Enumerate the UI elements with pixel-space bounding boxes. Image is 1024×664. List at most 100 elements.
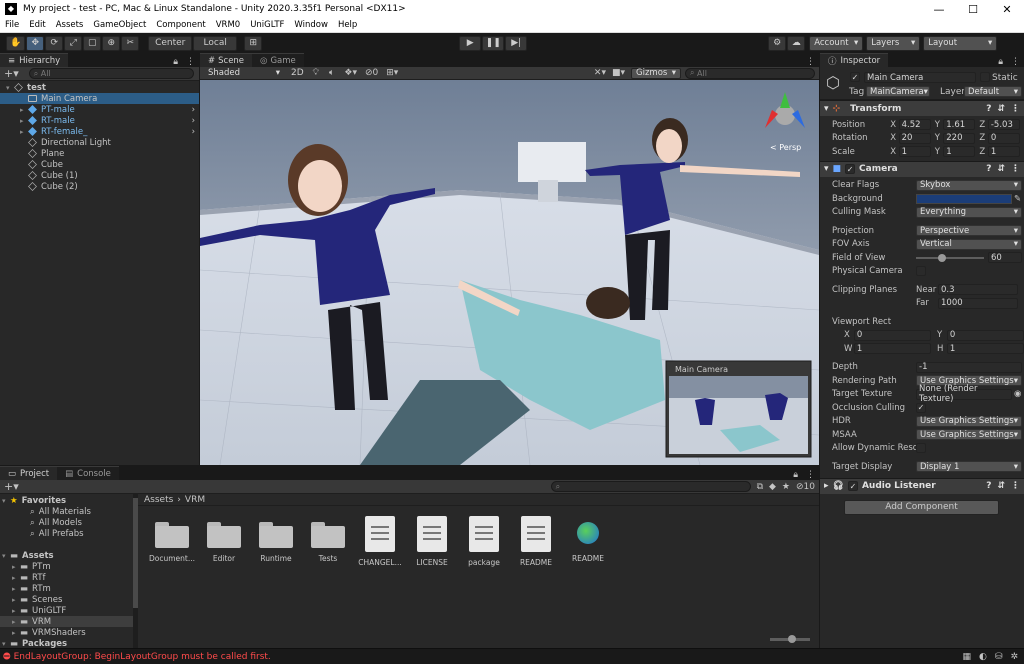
asset-item[interactable]: package — [454, 516, 514, 567]
project-tree-item[interactable]: ▸ ▬ RTf — [0, 572, 133, 583]
project-tree-item[interactable]: ▸ ▬ RTm — [0, 583, 133, 594]
fov-axis-dropdown[interactable]: Vertical ▾ — [916, 238, 1022, 250]
account-dropdown[interactable]: Account ▾ — [809, 35, 864, 51]
tag-dropdown[interactable]: MainCamera ▾ — [866, 86, 930, 97]
create-plus-icon[interactable]: +▾ — [4, 480, 19, 493]
effects-icon[interactable]: ❖▾ — [344, 68, 357, 78]
maximize-button[interactable]: ☐ — [956, 3, 990, 16]
depth-field[interactable]: -1 — [916, 361, 1022, 373]
asset-item[interactable]: README — [506, 516, 566, 567]
filter-type-icon[interactable]: ⧉ — [757, 482, 763, 492]
audio-listener-checkbox[interactable]: ✓ — [847, 481, 858, 491]
chevron-right-icon[interactable]: › — [192, 116, 195, 126]
panel-menu-icon[interactable]: ⋮ — [806, 470, 815, 480]
axis-x-label[interactable]: X — [890, 133, 898, 143]
target-display-dropdown[interactable]: Display 1 ▾ — [916, 461, 1022, 473]
asset-item[interactable]: Tests — [298, 522, 358, 563]
tools-icon[interactable]: ✕▾ — [594, 68, 606, 78]
project-tree-item[interactable]: ▸ ▬ VRMShaders — [0, 627, 133, 638]
fov-slider-thumb[interactable] — [938, 253, 946, 262]
foldout-arrow-icon[interactable]: ▾ — [2, 497, 10, 505]
transform-y-field[interactable]: 1.61 — [943, 119, 976, 131]
object-name-field[interactable]: Main Camera — [864, 72, 976, 83]
pivot-local-button[interactable]: Local — [193, 35, 238, 51]
menu-item[interactable]: Component — [151, 20, 210, 30]
transform-tool-icon[interactable]: ⊕ — [102, 35, 121, 51]
panel-menu-icon[interactable]: ⋮ — [806, 57, 815, 67]
breadcrumb-vrm[interactable]: VRM — [185, 495, 205, 505]
foldout-arrow-icon[interactable]: ▸ — [12, 596, 20, 604]
hierarchy-item[interactable]: Cube (2) — [0, 181, 199, 192]
tab-project[interactable]: ▭ Project — [0, 466, 58, 480]
foldout-arrow-icon[interactable]: ▸ — [12, 585, 20, 593]
object-picker-icon[interactable]: ◉ — [1014, 389, 1021, 399]
project-tree-item[interactable]: ▾ ▬ Assets — [0, 550, 133, 561]
fov-field[interactable]: 60 — [988, 252, 1022, 264]
project-tree-item[interactable]: ▾ ★ Favorites — [0, 495, 133, 506]
near-field[interactable]: 0.3 — [938, 284, 1018, 296]
custom-tool-icon[interactable]: ✂ — [121, 35, 140, 51]
occlusion-culling-checkbox[interactable]: ✓ — [916, 402, 926, 413]
grid-icon[interactable]: ⊞▾ — [386, 68, 398, 78]
help-icon[interactable]: ? — [986, 164, 991, 174]
camera-enabled-checkbox[interactable]: ✓ — [845, 164, 856, 174]
transform-x-field[interactable]: 4.52 — [898, 119, 931, 131]
status-debug-icon[interactable]: ✲ — [1010, 652, 1018, 662]
axis-z-label[interactable]: Z — [979, 133, 987, 143]
transform-z-field[interactable]: 1 — [987, 146, 1021, 158]
foldout-arrow-icon[interactable]: ▸ — [12, 574, 20, 582]
hand-tool-icon[interactable]: ✋ — [6, 35, 26, 51]
hidden-packages-icon[interactable]: ⊘10 — [796, 482, 815, 492]
viewport-h-field[interactable]: 1 — [946, 343, 1024, 355]
transform-x-field[interactable]: 1 — [898, 146, 931, 158]
foldout-arrow-icon[interactable]: ▾ — [6, 84, 14, 92]
status-collab-icon[interactable]: ⛁ — [995, 652, 1003, 662]
create-plus-icon[interactable]: +▾ — [4, 67, 19, 80]
hierarchy-item[interactable]: ▸ PT-male › — [0, 104, 199, 115]
gizmos-dropdown[interactable]: Gizmos ▾ — [631, 67, 681, 79]
hierarchy-item[interactable]: Plane — [0, 148, 199, 159]
transform-y-field[interactable]: 1 — [943, 146, 976, 158]
camera-header[interactable]: ▾ ■ ✓ Camera? ⇵ ⋮ — [820, 160, 1024, 177]
foldout-arrow-icon[interactable]: ▸ — [20, 117, 28, 125]
asset-item[interactable]: README — [558, 522, 618, 563]
asset-item[interactable]: Editor — [194, 522, 254, 563]
favorite-star-icon[interactable]: ★ — [782, 482, 790, 492]
foldout-arrow-icon[interactable]: ▾ — [2, 552, 10, 560]
axis-z-label[interactable]: Z — [979, 120, 987, 130]
component-menu-icon[interactable]: ⋮ — [1011, 104, 1020, 114]
hierarchy-item[interactable]: Main Camera — [0, 93, 199, 104]
status-progress-icon[interactable]: ◐ — [979, 652, 987, 662]
project-tree-item[interactable]: ▸ ▬ VRM — [0, 616, 133, 627]
step-button[interactable]: ▶| — [505, 35, 528, 51]
help-icon[interactable]: ? — [986, 104, 991, 114]
close-button[interactable]: ✕ — [990, 3, 1024, 16]
hierarchy-search-input[interactable]: ⌕ All — [28, 68, 194, 79]
filter-label-icon[interactable]: ◆ — [769, 482, 776, 492]
lock-icon[interactable]: 🔒︎ — [173, 57, 178, 67]
component-menu-icon[interactable]: ⋮ — [1011, 164, 1020, 174]
project-tree-item[interactable]: ▾ ▬ Packages — [0, 638, 133, 649]
viewport-x-field[interactable]: 0 — [853, 329, 931, 341]
menu-item[interactable]: Edit — [24, 20, 50, 30]
shading-mode-dropdown[interactable]: Shaded ▾ — [204, 67, 284, 79]
cloud-icon[interactable]: ☁ — [787, 35, 806, 51]
pivot-center-button[interactable]: Center — [148, 35, 193, 51]
asset-item[interactable]: Runtime — [246, 522, 306, 563]
foldout-arrow-icon[interactable]: ▸ — [20, 128, 28, 136]
foldout-arrow-icon[interactable]: ▾ — [2, 640, 10, 648]
lighting-icon[interactable]: 💡︎ — [313, 68, 319, 78]
axis-x-label[interactable]: X — [890, 147, 898, 157]
collab-icon[interactable]: ⚙ — [768, 35, 787, 51]
transform-y-field[interactable]: 220 — [943, 132, 976, 144]
menu-item[interactable]: Assets — [51, 20, 89, 30]
zoom-slider[interactable] — [770, 635, 810, 643]
scene-viewport[interactable]: < Persp Main Camera — [200, 80, 819, 465]
hierarchy-item[interactable]: ▸ RT-male › — [0, 115, 199, 126]
layers-dropdown[interactable]: Layers ▾ — [866, 35, 921, 51]
hierarchy-item[interactable]: Cube — [0, 159, 199, 170]
dynamic-resolution-checkbox[interactable] — [916, 443, 926, 454]
hierarchy-item[interactable]: ▸ RT-female_ › — [0, 126, 199, 137]
status-settings-icon[interactable]: ▦ — [963, 652, 972, 662]
preset-icon[interactable]: ⇵ — [997, 104, 1005, 114]
